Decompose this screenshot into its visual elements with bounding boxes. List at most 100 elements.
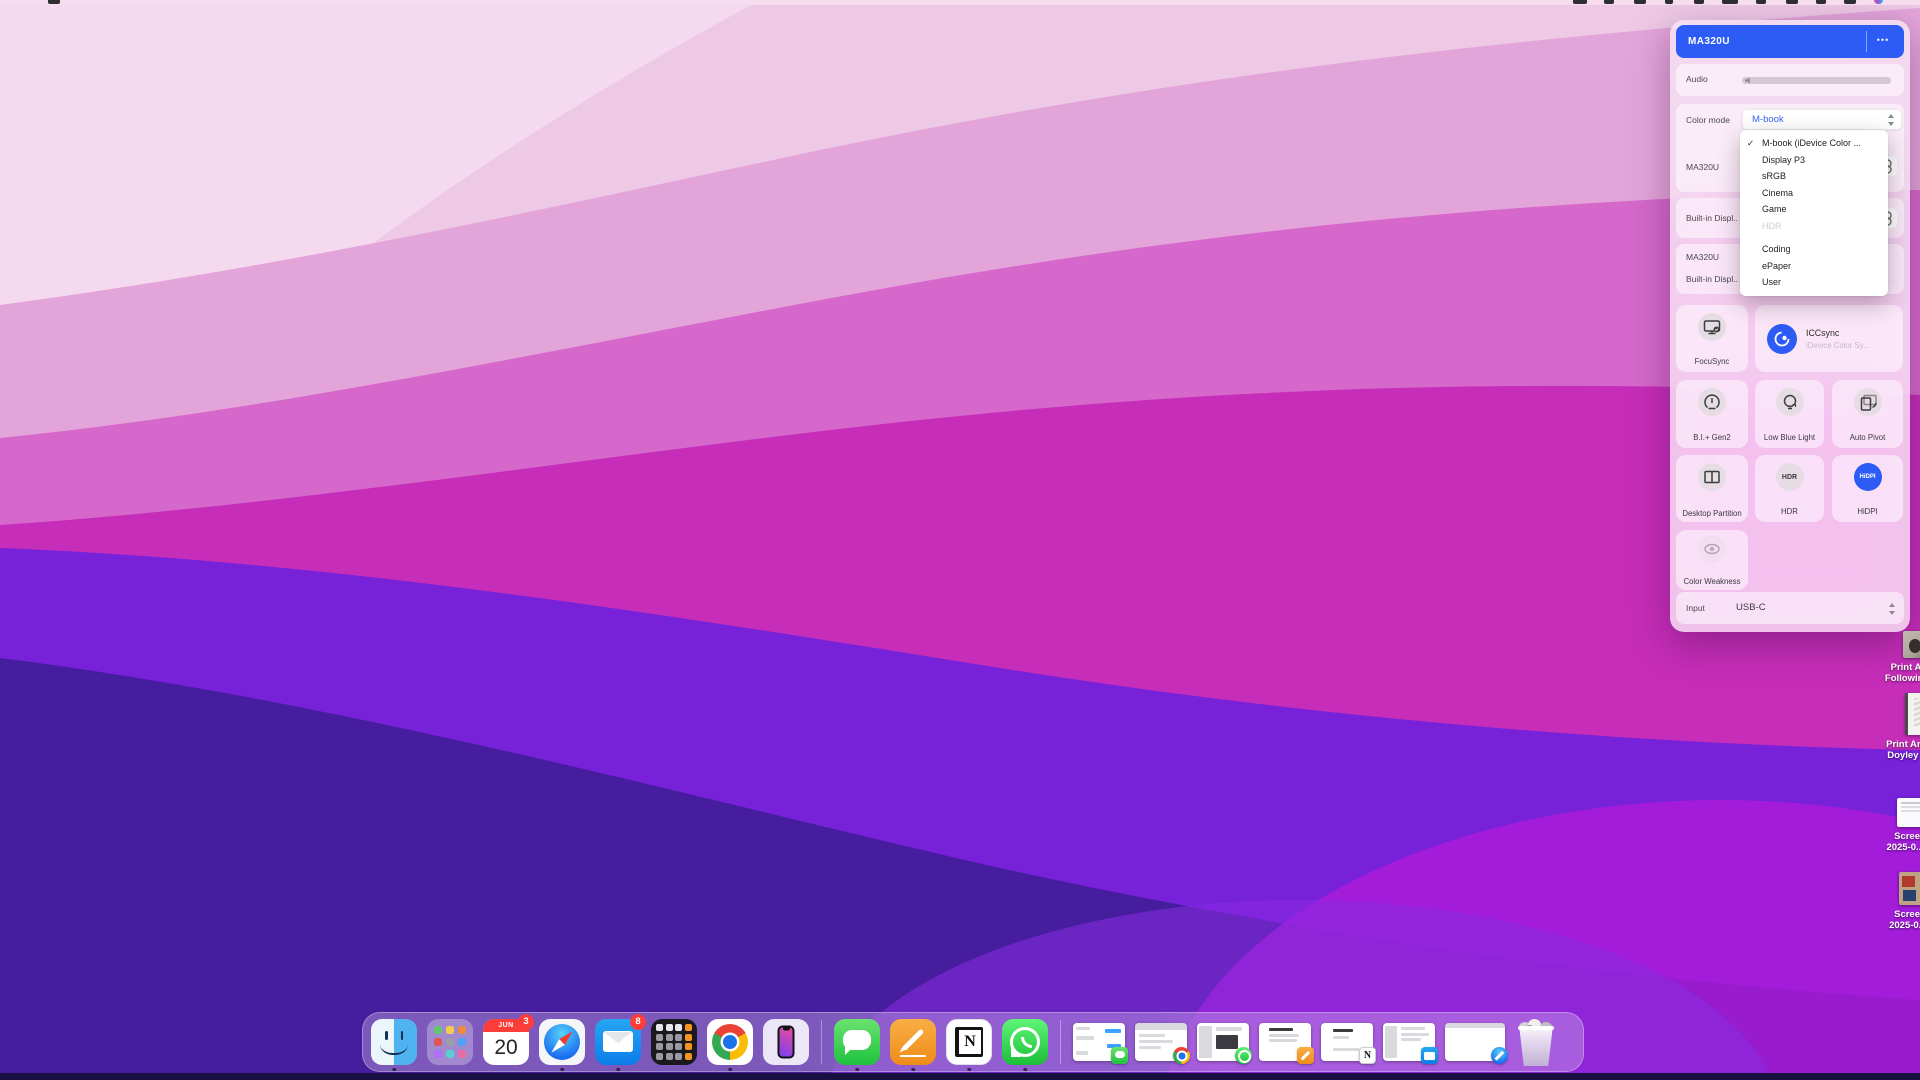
- apple-menu-icon[interactable]: [48, 0, 60, 4]
- menubar-status-icon[interactable]: [1816, 0, 1826, 4]
- pages-icon: [1297, 1047, 1314, 1064]
- whatsapp-icon: [1002, 1019, 1048, 1065]
- desktop-icon-screenshot-1[interactable]: Screenshot 2025-0...t 16.01: [1849, 798, 1920, 853]
- tile-label: Low Blue Light: [1757, 433, 1822, 442]
- menubar-status-icon[interactable]: [1786, 0, 1798, 4]
- speaker-icon: [1745, 78, 1752, 84]
- tile-hdr[interactable]: HDR HDR: [1755, 455, 1824, 522]
- whatsapp-icon: [1235, 1047, 1252, 1064]
- dock-separator: [1060, 1020, 1061, 1064]
- tile-bi-gen2[interactable]: B.I.+ Gen2: [1676, 380, 1748, 448]
- calculator-icon: [651, 1019, 697, 1065]
- siri-icon[interactable]: [1874, 0, 1883, 4]
- file-name: Screenshot 2025-0...t 16.01: [1886, 831, 1920, 853]
- trash-rim: [1518, 1026, 1554, 1030]
- slider-row-label: Built-in Displ..: [1686, 274, 1738, 284]
- tile-label: FocuSync: [1678, 357, 1746, 366]
- tile-low-blue-light[interactable]: Low Blue Light: [1755, 380, 1824, 448]
- dock-icon-safari[interactable]: [539, 1019, 585, 1065]
- image-file-thumbnail: [1903, 631, 1920, 658]
- notification-badge: 3: [518, 1014, 534, 1030]
- calendar-day: 20: [483, 1032, 529, 1065]
- colormode-option-coding[interactable]: Coding: [1740, 241, 1888, 258]
- minimized-mail-window[interactable]: [1383, 1023, 1435, 1061]
- split-screen-icon: [1698, 463, 1726, 491]
- dock-icon-messages[interactable]: [834, 1019, 880, 1065]
- tile-label: Desktop Partition: [1678, 509, 1746, 518]
- colormode-option-user[interactable]: User: [1740, 274, 1888, 291]
- tile-label: ICCsync: [1806, 328, 1870, 338]
- hdr-badge-icon: HDR: [1776, 463, 1804, 491]
- tile-label: HDR: [1757, 507, 1822, 516]
- trash-full[interactable]: [1515, 1018, 1557, 1066]
- menubar-status-icon[interactable]: [1634, 0, 1646, 4]
- dock-icon-whatsapp[interactable]: [1002, 1019, 1048, 1065]
- dock-icon-mail[interactable]: 8: [595, 1019, 641, 1065]
- dock-separator: [821, 1020, 822, 1064]
- menubar-status-icon[interactable]: [1604, 0, 1614, 4]
- desktop-icon-screenshot-2[interactable]: Screenshot 2025-0...t 21.2: [1849, 872, 1920, 931]
- minimized-pages-document[interactable]: [1259, 1023, 1311, 1061]
- brightness-gauge-icon: [1698, 388, 1726, 416]
- monitor-moon-icon: [1698, 313, 1726, 341]
- minimized-chrome-window[interactable]: [1135, 1023, 1187, 1061]
- file-name: Print Article_ P Doyley _...904.: [1886, 739, 1920, 761]
- tile-label: B.I.+ Gen2: [1678, 433, 1746, 442]
- tile-label: HiDPI: [1834, 507, 1901, 516]
- dropdown-group-gap: [1740, 234, 1888, 241]
- notification-badge: 8: [630, 1014, 646, 1030]
- desktop: MA320U ••• Audio Color mode M-book MA320…: [0, 0, 1920, 1080]
- menubar-status-icon[interactable]: [1722, 0, 1738, 4]
- dock-icon-pages[interactable]: [890, 1019, 936, 1065]
- colormode-option-cinema[interactable]: Cinema: [1740, 185, 1888, 202]
- messages-icon: [1111, 1047, 1128, 1064]
- dock-icon-iphone-mirroring[interactable]: [763, 1019, 809, 1065]
- safari-icon: [1491, 1047, 1508, 1064]
- colormode-option-mbook[interactable]: ✓ M-book (iDevice Color ...: [1740, 135, 1888, 152]
- dock: JUN 20 3 8: [362, 1012, 1584, 1072]
- colormode-option-game[interactable]: Game: [1740, 201, 1888, 218]
- colormode-option-srgb[interactable]: sRGB: [1740, 168, 1888, 185]
- dock-icon-chrome[interactable]: [707, 1019, 753, 1065]
- desktop-icon-print-article-1[interactable]: Print Article_ Followin...1913.: [1849, 631, 1920, 684]
- mail-icon: [1421, 1047, 1438, 1064]
- safari-icon: [539, 1019, 585, 1065]
- input-value: USB-C: [1736, 592, 1766, 624]
- tile-desktop-partition[interactable]: Desktop Partition: [1676, 455, 1748, 522]
- menubar-status-icon[interactable]: [1665, 0, 1673, 4]
- input-label: Input: [1686, 603, 1705, 613]
- minimized-notion-window[interactable]: N: [1321, 1023, 1373, 1061]
- tile-auto-pivot[interactable]: Auto Pivot: [1832, 380, 1903, 448]
- more-options-button[interactable]: •••: [1870, 25, 1896, 58]
- minimized-whatsapp-window[interactable]: [1197, 1023, 1249, 1061]
- input-card: Input USB-C: [1676, 592, 1904, 624]
- dock-icon-calculator[interactable]: [651, 1019, 697, 1065]
- chrome-icon: [707, 1019, 753, 1065]
- dock-icon-calendar[interactable]: JUN 20 3: [483, 1019, 529, 1065]
- iphone-mirroring-icon: [763, 1019, 809, 1065]
- dock-icon-notion[interactable]: N: [946, 1019, 992, 1065]
- tile-hidpi[interactable]: HiDPI HiDPI: [1832, 455, 1903, 522]
- tile-focusync[interactable]: FocuSync: [1676, 305, 1748, 372]
- tile-iccsync[interactable]: ICCsync iDevice Color Sy...: [1755, 305, 1903, 372]
- menubar: [0, 0, 1920, 5]
- tile-label: Color Weakness: [1678, 577, 1746, 586]
- menubar-status-icon[interactable]: [1756, 0, 1766, 4]
- colormode-option-displayp3[interactable]: Display P3: [1740, 152, 1888, 169]
- wallpaper: [0, 0, 1920, 1080]
- menubar-status-icon[interactable]: [1844, 0, 1856, 4]
- dock-icon-finder[interactable]: [371, 1019, 417, 1065]
- desktop-icon-print-article-2[interactable]: Print Article_ P Doyley _...904.: [1849, 693, 1920, 761]
- colormode-option-epaper[interactable]: ePaper: [1740, 258, 1888, 275]
- menubar-status-icon[interactable]: [1573, 0, 1587, 4]
- dock-icon-launchpad[interactable]: [427, 1019, 473, 1065]
- audio-volume-slider[interactable]: [1742, 77, 1891, 84]
- iccsync-swirl-icon: [1767, 324, 1797, 354]
- panel-title: MA320U: [1688, 25, 1730, 58]
- menubar-status-icon[interactable]: [1694, 0, 1704, 4]
- minimized-messages-window[interactable]: [1073, 1023, 1125, 1061]
- input-select[interactable]: [1884, 602, 1898, 616]
- tile-color-weakness[interactable]: Color Weakness: [1676, 530, 1748, 590]
- minimized-safari-window[interactable]: [1445, 1023, 1505, 1061]
- color-mode-select[interactable]: M-book: [1742, 109, 1902, 130]
